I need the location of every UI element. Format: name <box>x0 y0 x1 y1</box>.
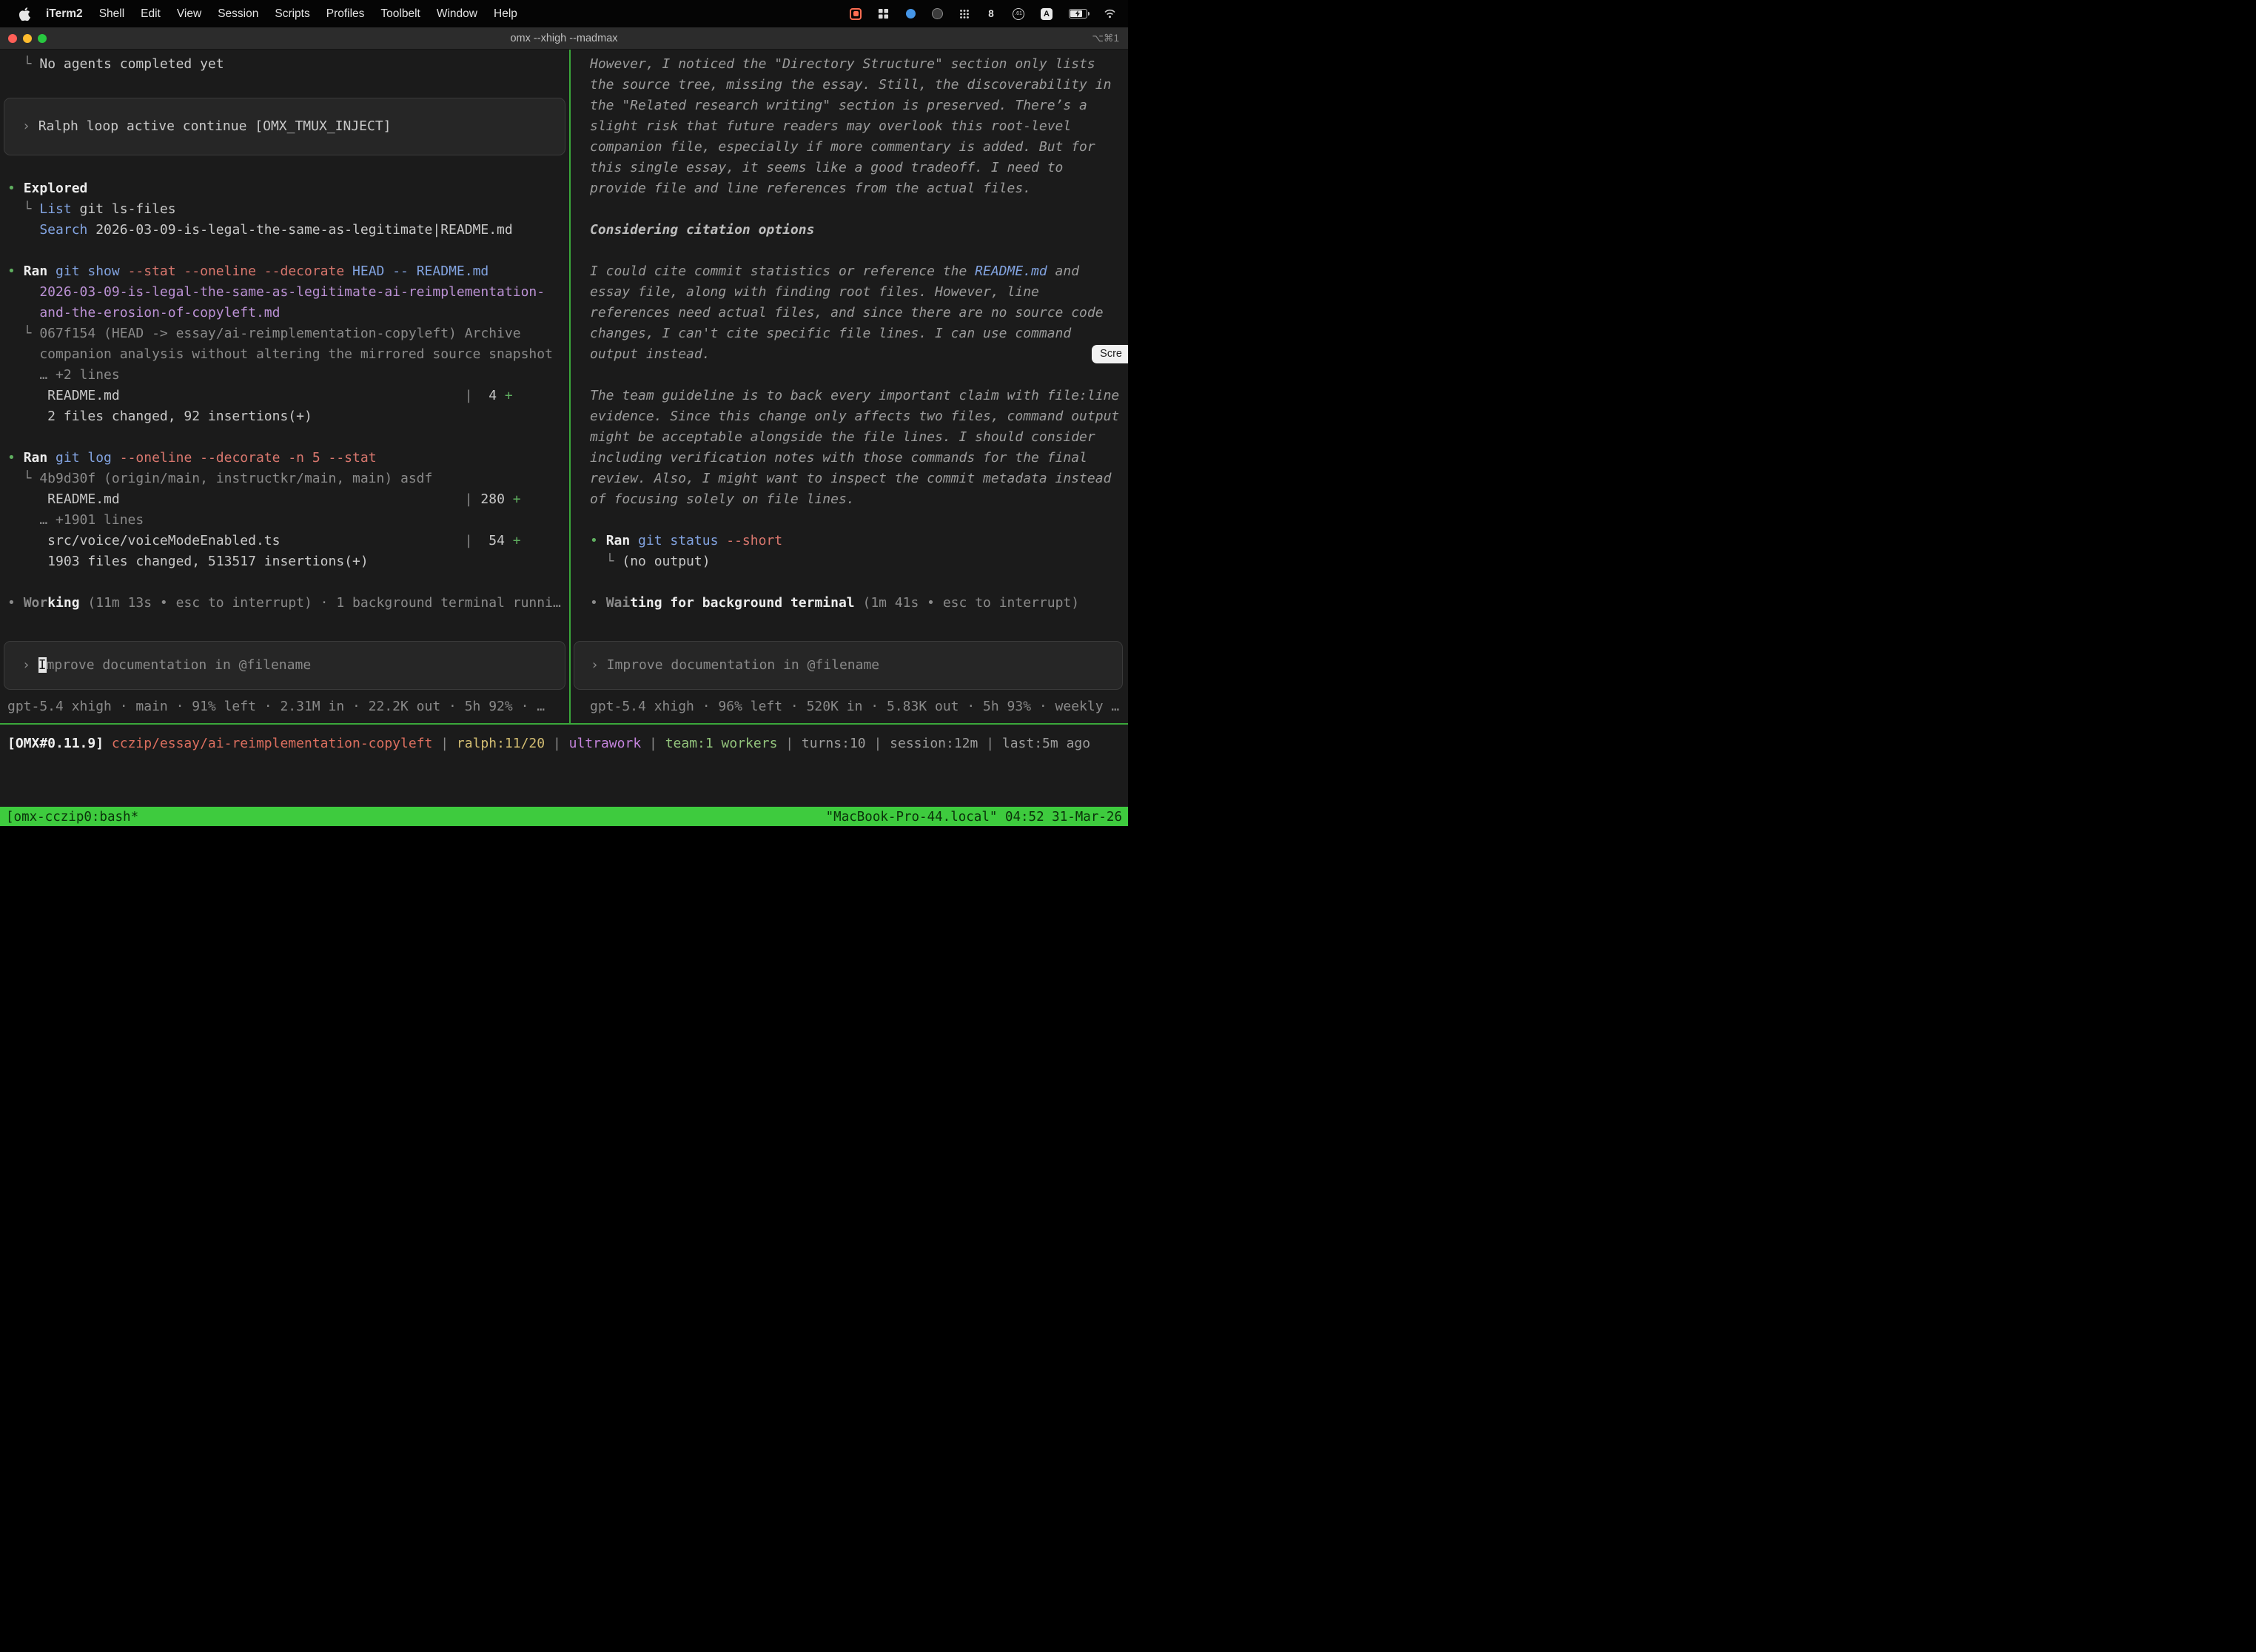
menu-item-help[interactable]: Help <box>486 7 526 21</box>
terminal-line: └ 4b9d30f (origin/main, instructkr/main,… <box>7 469 569 489</box>
terminal-line: └ No agents completed yet <box>7 54 569 75</box>
input-source-icon[interactable]: A <box>1041 7 1053 21</box>
tmux-host-time: "MacBook-Pro-44.local" 04:52 31-Mar-26 <box>826 810 1122 825</box>
terminal-line: README.md | 4 + <box>7 386 569 406</box>
blank-line <box>590 199 1128 220</box>
terminal-line: and-the-erosion-of-copyleft.md <box>7 303 569 323</box>
blank-line <box>590 614 1128 634</box>
notice-panel: › Ralph loop active continue [OMX_TMUX_I… <box>4 98 565 155</box>
terminal-line: └ (no output) <box>590 551 1128 572</box>
menu-bar: iTerm2ShellEditViewSessionScriptsProfile… <box>0 0 1128 27</box>
terminal-line: └ List git ls-files <box>7 199 569 220</box>
blank-line <box>590 241 1128 261</box>
terminal-line: slight risk that future readers may over… <box>590 116 1128 137</box>
terminal: └ No agents completed yet › Ralph loop ac… <box>0 50 1128 723</box>
blank-line <box>590 510 1128 531</box>
terminal-line: companion analysis without altering the … <box>7 344 569 365</box>
terminal-line: the "Related research writing" section i… <box>590 95 1128 116</box>
window-title: omx --xhigh --madmax <box>0 33 1128 44</box>
terminal-line: I could cite commit statistics or refere… <box>590 261 1128 282</box>
window-title-bar[interactable]: omx --xhigh --madmax ⌥⌘1 <box>0 27 1128 50</box>
terminal-line: provide file and line references from th… <box>590 178 1128 199</box>
terminal-line: might be acceptable alongside the file l… <box>590 427 1128 448</box>
minimize-button[interactable] <box>23 34 32 43</box>
dots-grid-icon[interactable] <box>959 7 970 21</box>
blue-app-icon[interactable] <box>905 7 916 21</box>
terminal-line: Search 2026-03-09-is-legal-the-same-as-l… <box>7 220 569 241</box>
tmux-status-bar: [omx-cczip0:bash* "MacBook-Pro-44.local"… <box>0 807 1128 826</box>
menu-item-toolbelt[interactable]: Toolbelt <box>372 7 428 21</box>
menu-item-edit[interactable]: Edit <box>132 7 169 21</box>
tmux-session-label: [omx-cczip0:bash* <box>6 810 138 825</box>
terminal-line: including verification notes with those … <box>590 448 1128 469</box>
keycap-8-icon[interactable]: 8 <box>986 7 996 21</box>
gauge-icon[interactable]: .61 <box>1013 7 1024 21</box>
session-status-line: gpt-5.4 xhigh · main · 91% left · 2.31M … <box>7 696 569 717</box>
omx-status-line: [OMX#0.11.9] cczip/essay/ai-reimplementa… <box>0 725 1128 807</box>
close-button[interactable] <box>8 34 17 43</box>
terminal-line: essay file, along with finding root file… <box>590 282 1128 303</box>
blank-line <box>7 614 569 634</box>
blank-line <box>7 241 569 261</box>
terminal-line: • Ran git log --oneline --decorate -n 5 … <box>7 448 569 469</box>
traffic-lights <box>0 34 47 43</box>
prompt-input[interactable]: › Improve documentation in @filename <box>574 641 1123 690</box>
terminal-line: of focusing solely on file lines. <box>590 489 1128 510</box>
window-grid-icon[interactable] <box>878 7 889 21</box>
screen-overlay-tab[interactable]: Scre <box>1092 345 1128 363</box>
dark-app-icon[interactable] <box>932 7 943 21</box>
terminal-line: • Ran git status --short <box>590 531 1128 551</box>
window-shortcut-badge: ⌥⌘1 <box>1092 33 1128 44</box>
apple-menu-icon[interactable] <box>15 7 35 21</box>
wifi-icon[interactable] <box>1104 7 1116 21</box>
screen-record-indicator-icon[interactable] <box>850 7 862 21</box>
terminal-line: src/voice/voiceModeEnabled.ts | 54 + <box>7 531 569 551</box>
terminal-line: the source tree, missing the essay. Stil… <box>590 75 1128 95</box>
terminal-line: changes, I can't cite specific file line… <box>590 323 1128 344</box>
terminal-line: README.md | 280 + <box>7 489 569 510</box>
terminal-line: 2026-03-09-is-legal-the-same-as-legitima… <box>7 282 569 303</box>
menu-item-view[interactable]: View <box>169 7 209 21</box>
menu-bar-left: iTerm2ShellEditViewSessionScriptsProfile… <box>15 7 526 21</box>
terminal-line: 2 files changed, 92 insertions(+) <box>7 406 569 427</box>
menu-items: iTerm2ShellEditViewSessionScriptsProfile… <box>35 7 526 21</box>
terminal-pane-left[interactable]: └ No agents completed yet › Ralph loop ac… <box>0 50 569 723</box>
blank-line <box>7 427 569 448</box>
terminal-line: this single essay, it seems like a good … <box>590 158 1128 178</box>
terminal-line: The team guideline is to back every impo… <box>590 386 1128 406</box>
blank-line <box>7 572 569 593</box>
terminal-line: … +1901 lines <box>7 510 569 531</box>
terminal-line: companion file, especially if more comme… <box>590 137 1128 158</box>
menu-bar-status-icons: 8 .61 A <box>850 7 1116 21</box>
terminal-line: references need actual files, and since … <box>590 303 1128 323</box>
menu-item-scripts[interactable]: Scripts <box>266 7 318 21</box>
menu-item-iterm2[interactable]: iTerm2 <box>38 7 91 21</box>
terminal-line: However, I noticed the "Directory Struct… <box>590 54 1128 75</box>
terminal-line: Considering citation options <box>590 220 1128 241</box>
blank-line <box>7 75 569 95</box>
blank-line <box>590 572 1128 593</box>
menu-item-session[interactable]: Session <box>209 7 266 21</box>
menu-item-shell[interactable]: Shell <box>91 7 132 21</box>
terminal-line: └ 067f154 (HEAD -> essay/ai-reimplementa… <box>7 323 569 344</box>
battery-icon[interactable] <box>1069 7 1087 21</box>
terminal-pane-right[interactable]: However, I noticed the "Directory Struct… <box>571 50 1128 723</box>
menu-item-profiles[interactable]: Profiles <box>318 7 373 21</box>
terminal-line: • Ran git show --stat --oneline --decora… <box>7 261 569 282</box>
zoom-button[interactable] <box>38 34 47 43</box>
terminal-line: • Waiting for background terminal (1m 41… <box>590 593 1128 614</box>
terminal-line: review. Also, I might want to inspect th… <box>590 469 1128 489</box>
screen: iTerm2ShellEditViewSessionScriptsProfile… <box>0 0 1128 826</box>
terminal-line: 1903 files changed, 513517 insertions(+) <box>7 551 569 572</box>
terminal-line: … +2 lines <box>7 365 569 386</box>
terminal-line: • Explored <box>7 178 569 199</box>
blank-line <box>590 365 1128 386</box>
menu-item-window[interactable]: Window <box>429 7 486 21</box>
session-status-line: gpt-5.4 xhigh · 96% left · 520K in · 5.8… <box>590 696 1128 717</box>
terminal-line: • Working (11m 13s • esc to interrupt) ·… <box>7 593 569 614</box>
terminal-line: output instead. <box>590 344 1128 365</box>
terminal-line: evidence. Since this change only affects… <box>590 406 1128 427</box>
prompt-input[interactable]: › Improve documentation in @filename <box>4 641 565 690</box>
blank-line <box>7 158 569 178</box>
